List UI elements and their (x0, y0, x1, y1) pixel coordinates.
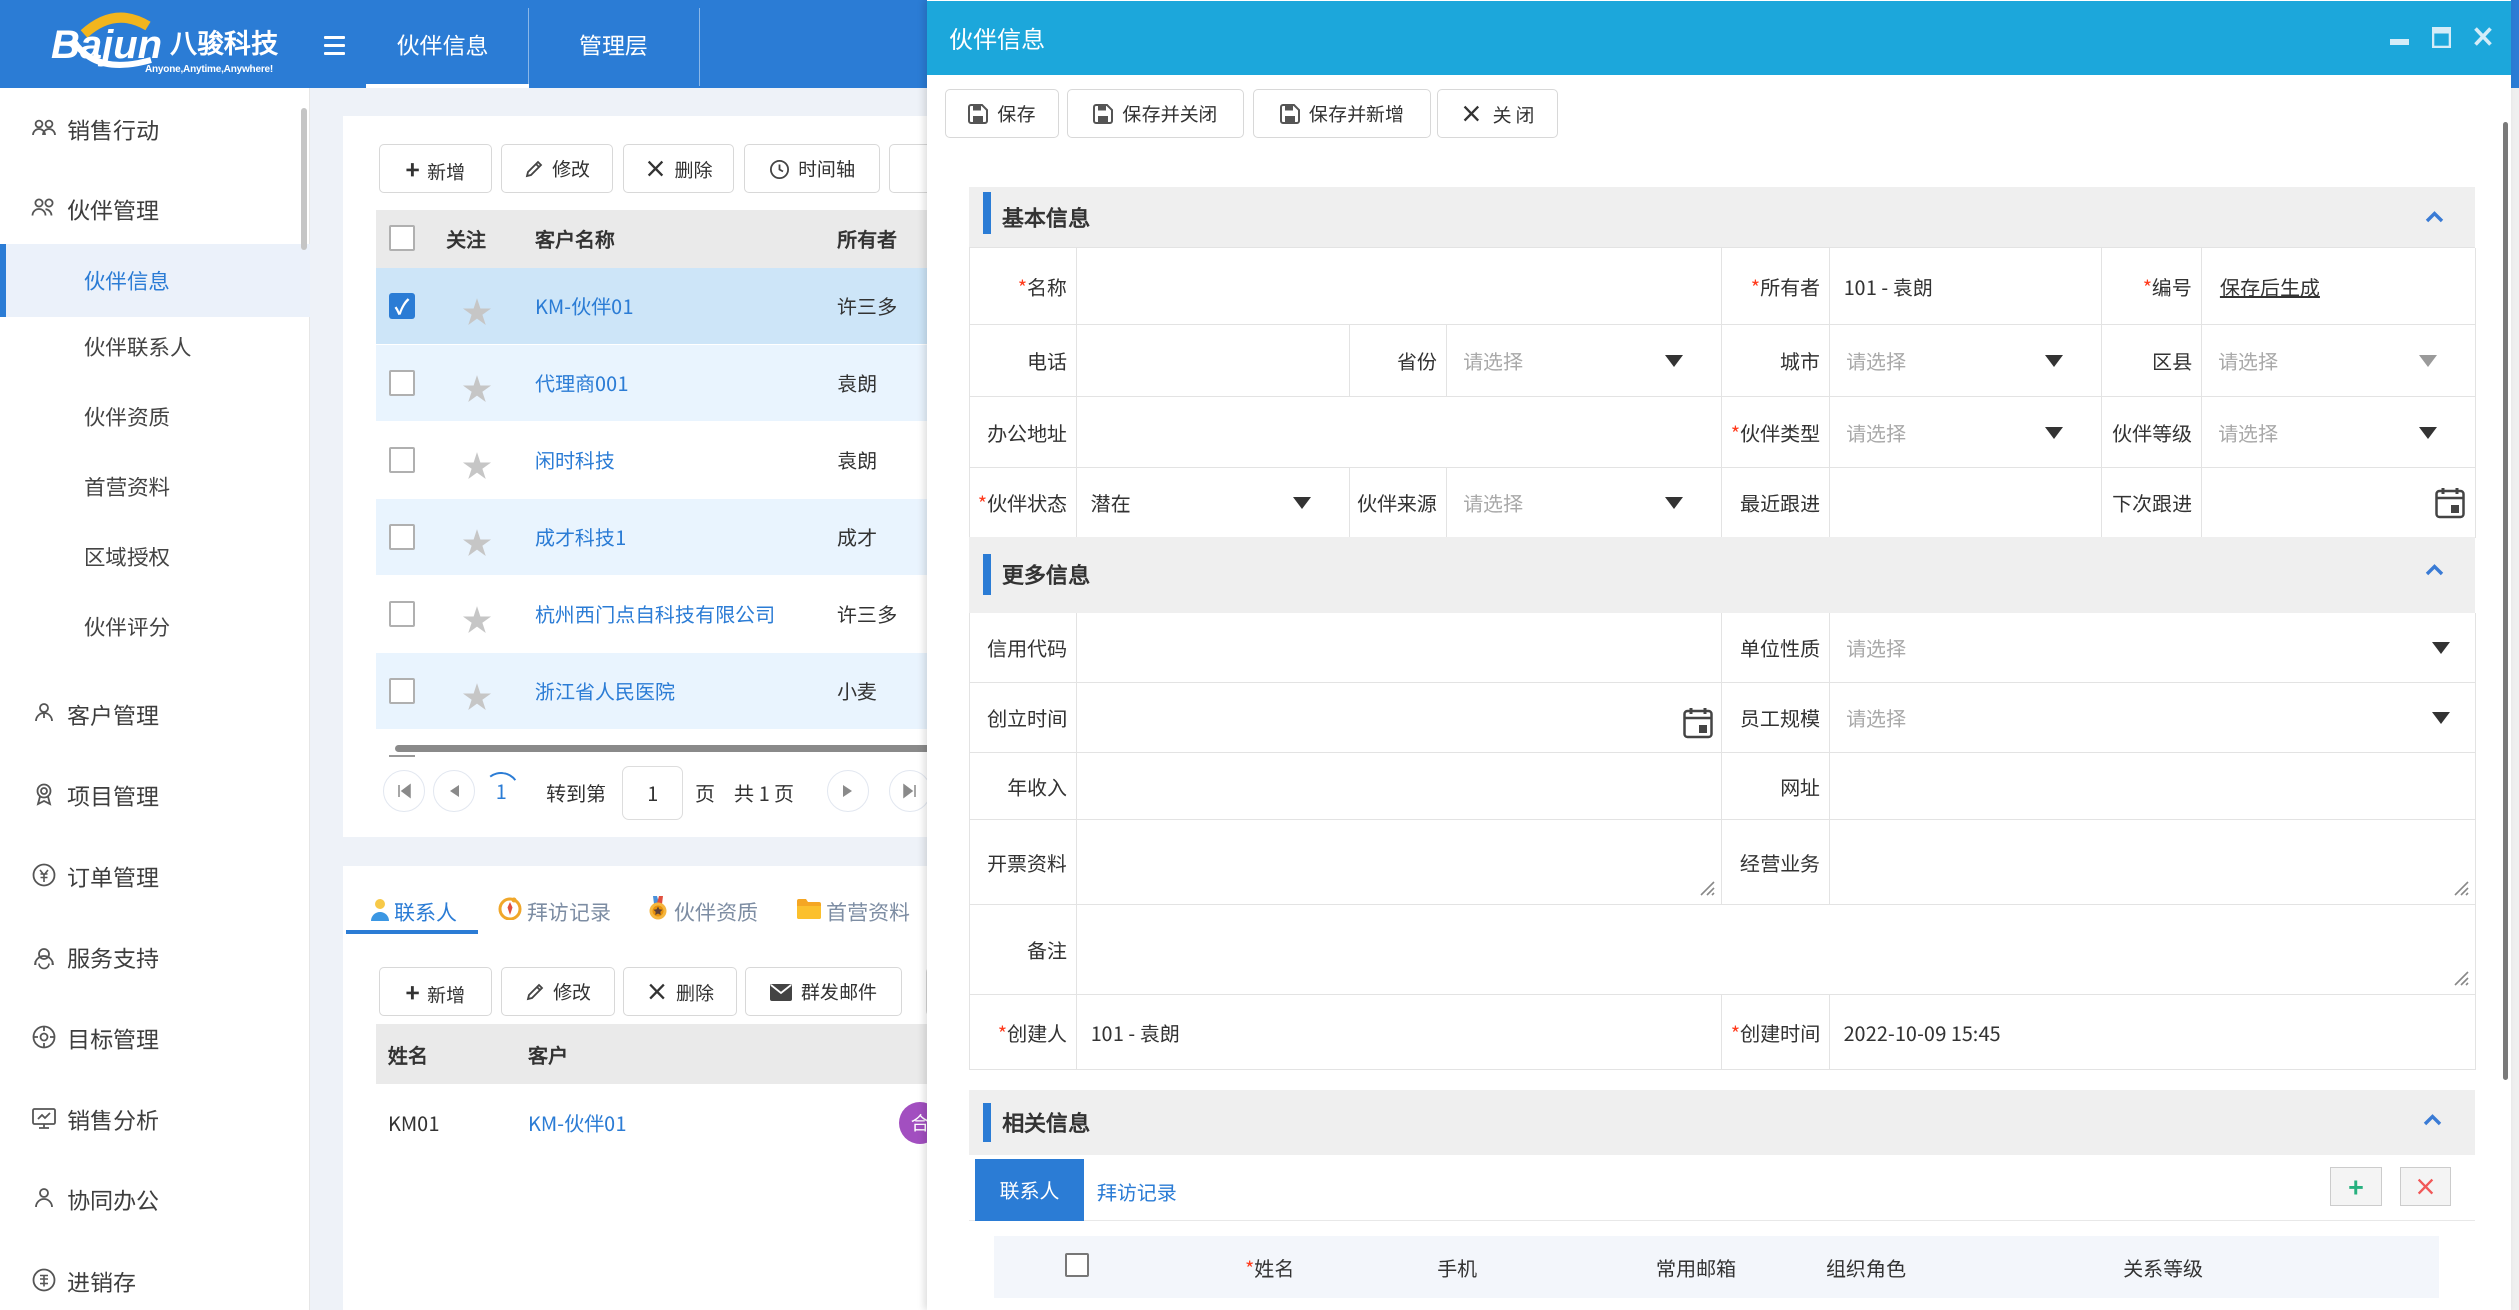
svg-text:Bajun: Bajun (51, 23, 162, 67)
svg-text:八骏科技: 八骏科技 (170, 22, 279, 61)
svg-text:Anyone,Anytime,Anywhere!: Anyone,Anytime,Anywhere! (145, 64, 273, 75)
